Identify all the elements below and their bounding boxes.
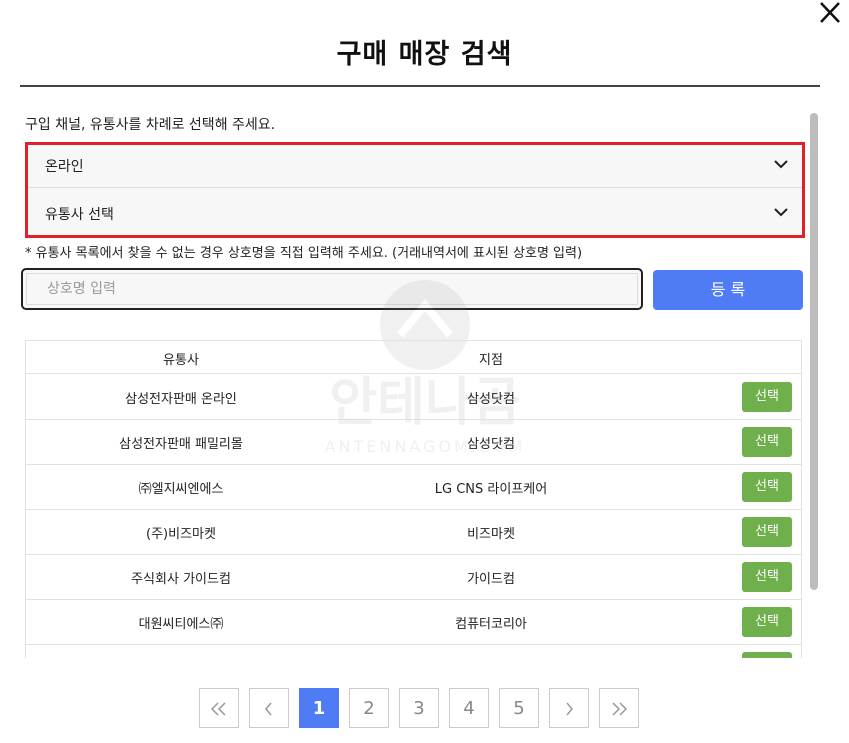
close-icon bbox=[820, 2, 840, 23]
page-button-2[interactable]: 2 bbox=[349, 688, 389, 728]
table-row: 삼성전자판매 온라인 삼성닷컴 선택 bbox=[26, 374, 801, 420]
header-distributor: 유통사 bbox=[163, 353, 199, 368]
chevron-down-icon bbox=[774, 160, 788, 169]
row-branch: LG CNS 라이프케어 bbox=[434, 482, 548, 497]
distributor-select-value: 유통사 선택 bbox=[45, 207, 114, 223]
select-button[interactable] bbox=[742, 652, 792, 658]
instruction-text: 구입 채널, 유통사를 차례로 선택해 주세요. bbox=[25, 117, 276, 133]
row-branch: 가이드컴 bbox=[467, 572, 515, 587]
dialog-title: 구매 매장 검색 bbox=[336, 39, 513, 70]
row-branch: 비즈마켓 bbox=[467, 527, 515, 542]
page-button-1[interactable]: 1 bbox=[299, 688, 339, 728]
row-distributor: ㈜엘지씨엔에스 bbox=[138, 482, 224, 497]
double-chevron-right-icon bbox=[612, 702, 628, 716]
row-distributor: (주)비즈마켓 bbox=[146, 527, 216, 542]
select-button[interactable]: 선택 bbox=[742, 517, 792, 547]
table-header: 유통사 지점 bbox=[26, 341, 801, 374]
table-row bbox=[26, 644, 801, 658]
select-button[interactable]: 선택 bbox=[742, 562, 792, 592]
row-distributor: 대원씨티에스㈜ bbox=[138, 617, 224, 632]
row-distributor: 삼성전자판매 온라인 bbox=[125, 392, 237, 407]
header-branch: 지점 bbox=[479, 353, 503, 368]
manual-entry-note: * 유통사 목록에서 찾을 수 없는 경우 상호명을 직접 입력해 주세요. (… bbox=[25, 246, 583, 261]
select-button[interactable]: 선택 bbox=[742, 427, 792, 457]
title-divider bbox=[20, 85, 820, 87]
row-branch: 삼성닷컴 bbox=[467, 437, 515, 452]
double-chevron-left-icon bbox=[210, 702, 226, 716]
last-page-button[interactable] bbox=[599, 688, 639, 728]
row-branch: 삼성닷컴 bbox=[467, 392, 515, 407]
distributor-table: 유통사 지점 삼성전자판매 온라인 삼성닷컴 선택 삼성전자판매 패밀리몰 삼성… bbox=[25, 340, 802, 658]
row-distributor: 주식회사 가이드컴 bbox=[131, 572, 231, 587]
store-name-field bbox=[21, 268, 643, 310]
table-row: 삼성전자판매 패밀리몰 삼성닷컴 선택 bbox=[26, 419, 801, 465]
select-group: 온라인 유통사 선택 bbox=[25, 142, 805, 238]
channel-select[interactable]: 온라인 bbox=[28, 145, 802, 187]
table-row: ㈜엘지씨엔에스 LG CNS 라이프케어 선택 bbox=[26, 464, 801, 510]
table-row: (주)비즈마켓 비즈마켓 선택 bbox=[26, 509, 801, 555]
page-button-5[interactable]: 5 bbox=[499, 688, 539, 728]
first-page-button[interactable] bbox=[199, 688, 239, 728]
row-branch: 컴퓨터코리아 bbox=[455, 617, 527, 632]
chevron-left-icon bbox=[265, 702, 272, 716]
table-row: 대원씨티에스㈜ 컴퓨터코리아 선택 bbox=[26, 599, 801, 645]
chevron-down-icon bbox=[774, 208, 788, 217]
select-button[interactable]: 선택 bbox=[742, 382, 792, 412]
select-button[interactable]: 선택 bbox=[742, 472, 792, 502]
select-divider bbox=[28, 187, 802, 188]
store-name-input[interactable] bbox=[26, 273, 638, 305]
next-page-button[interactable] bbox=[549, 688, 589, 728]
select-button[interactable]: 선택 bbox=[742, 607, 792, 637]
chevron-right-icon bbox=[566, 702, 573, 716]
scrollbar[interactable] bbox=[810, 113, 818, 590]
table-row: 주식회사 가이드컴 가이드컴 선택 bbox=[26, 554, 801, 600]
distributor-select[interactable]: 유통사 선택 bbox=[28, 193, 802, 235]
prev-page-button[interactable] bbox=[249, 688, 289, 728]
row-distributor: 삼성전자판매 패밀리몰 bbox=[119, 437, 243, 452]
close-button[interactable] bbox=[815, 0, 845, 26]
register-button[interactable]: 등 록 bbox=[653, 270, 803, 310]
page-button-3[interactable]: 3 bbox=[399, 688, 439, 728]
page-button-4[interactable]: 4 bbox=[449, 688, 489, 728]
channel-select-value: 온라인 bbox=[45, 159, 84, 175]
